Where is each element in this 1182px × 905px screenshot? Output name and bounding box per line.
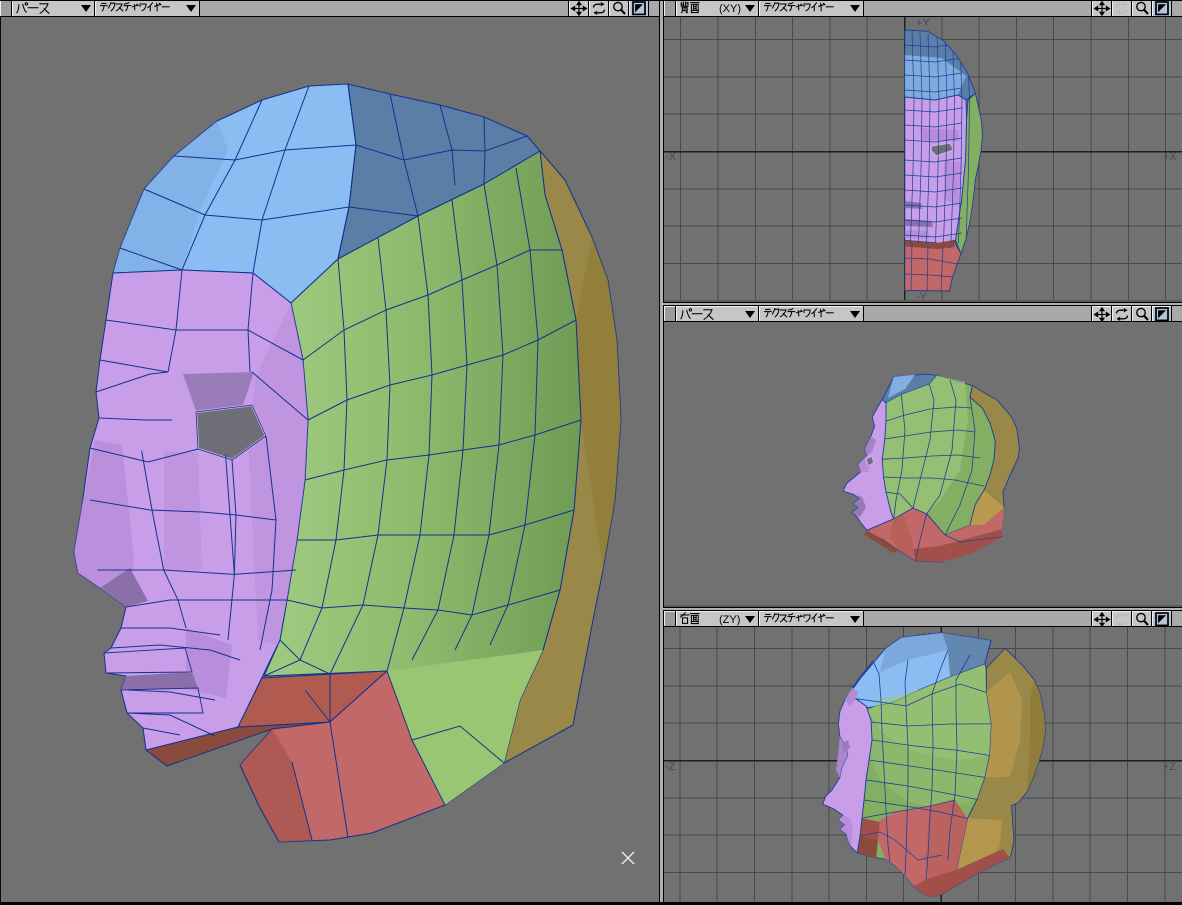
svg-text:(XY): (XY) [719,3,741,15]
svg-text:(ZY): (ZY) [719,614,740,626]
